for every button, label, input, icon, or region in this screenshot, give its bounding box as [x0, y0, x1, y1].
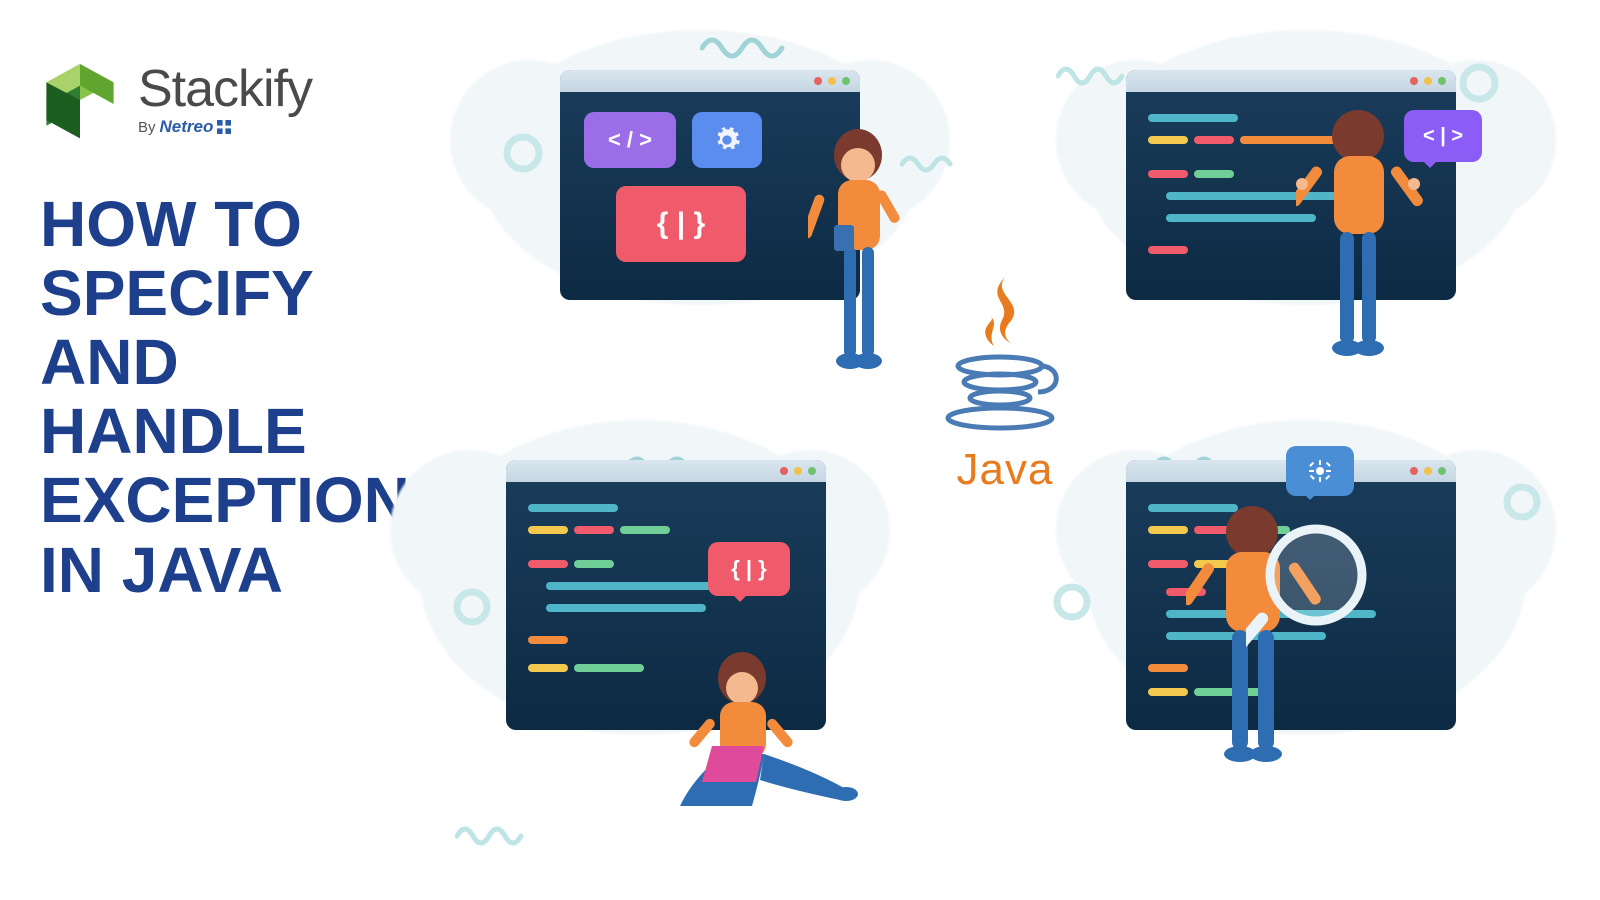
illustration-panel-bottom-left: { | } .p-bl .bubble::after{border-top-co… — [460, 460, 820, 730]
ring-icon — [1050, 580, 1094, 624]
illustration-panel-top-right: < | > .p-tr .bubble::after{border-top-co… — [1126, 70, 1486, 300]
illustration-panel-bottom-right: .p-br .bubble::after{border-top-color:#4… — [1126, 460, 1486, 730]
parent-brand: Netreo — [160, 117, 214, 137]
ring-icon — [500, 130, 546, 176]
code-tag-chip: < / > — [584, 112, 676, 168]
brand-logo: Stackify By Netreo — [40, 60, 460, 140]
squiggle-icon — [1056, 60, 1126, 86]
bubble-label: < | > — [1423, 125, 1463, 148]
bubble-label: { | } — [731, 556, 767, 582]
ring-icon — [1456, 60, 1502, 106]
ring-icon — [1500, 480, 1544, 524]
netreo-dots-icon — [217, 120, 231, 134]
squiggle-icon — [700, 30, 790, 60]
braces-bubble: { | } — [708, 542, 790, 596]
gear-bubble — [1286, 446, 1354, 496]
person-standing-icon — [808, 125, 928, 405]
java-logo: Java — [910, 270, 1100, 495]
gear-chip — [692, 112, 762, 168]
squiggle-icon — [455, 820, 525, 846]
person-back-icon — [1296, 108, 1426, 388]
gear-icon — [713, 126, 741, 154]
java-cup-icon — [940, 270, 1070, 440]
java-label: Java — [910, 445, 1100, 495]
braces-chip: { | } — [616, 186, 746, 262]
brand-byline: By Netreo — [138, 117, 312, 137]
illustration-panel-top-left: < / > { | } — [520, 70, 880, 300]
person-sitting-icon — [672, 650, 862, 820]
chip-label: { | } — [657, 207, 705, 241]
ring-icon — [450, 585, 494, 629]
gear-icon — [1308, 459, 1332, 483]
brand-name: Stackify — [138, 63, 312, 115]
chip-label: < / > — [608, 127, 652, 153]
stackify-logo-icon — [40, 60, 120, 140]
byline-prefix: By — [138, 119, 156, 136]
magnifying-glass-icon — [1246, 520, 1386, 660]
